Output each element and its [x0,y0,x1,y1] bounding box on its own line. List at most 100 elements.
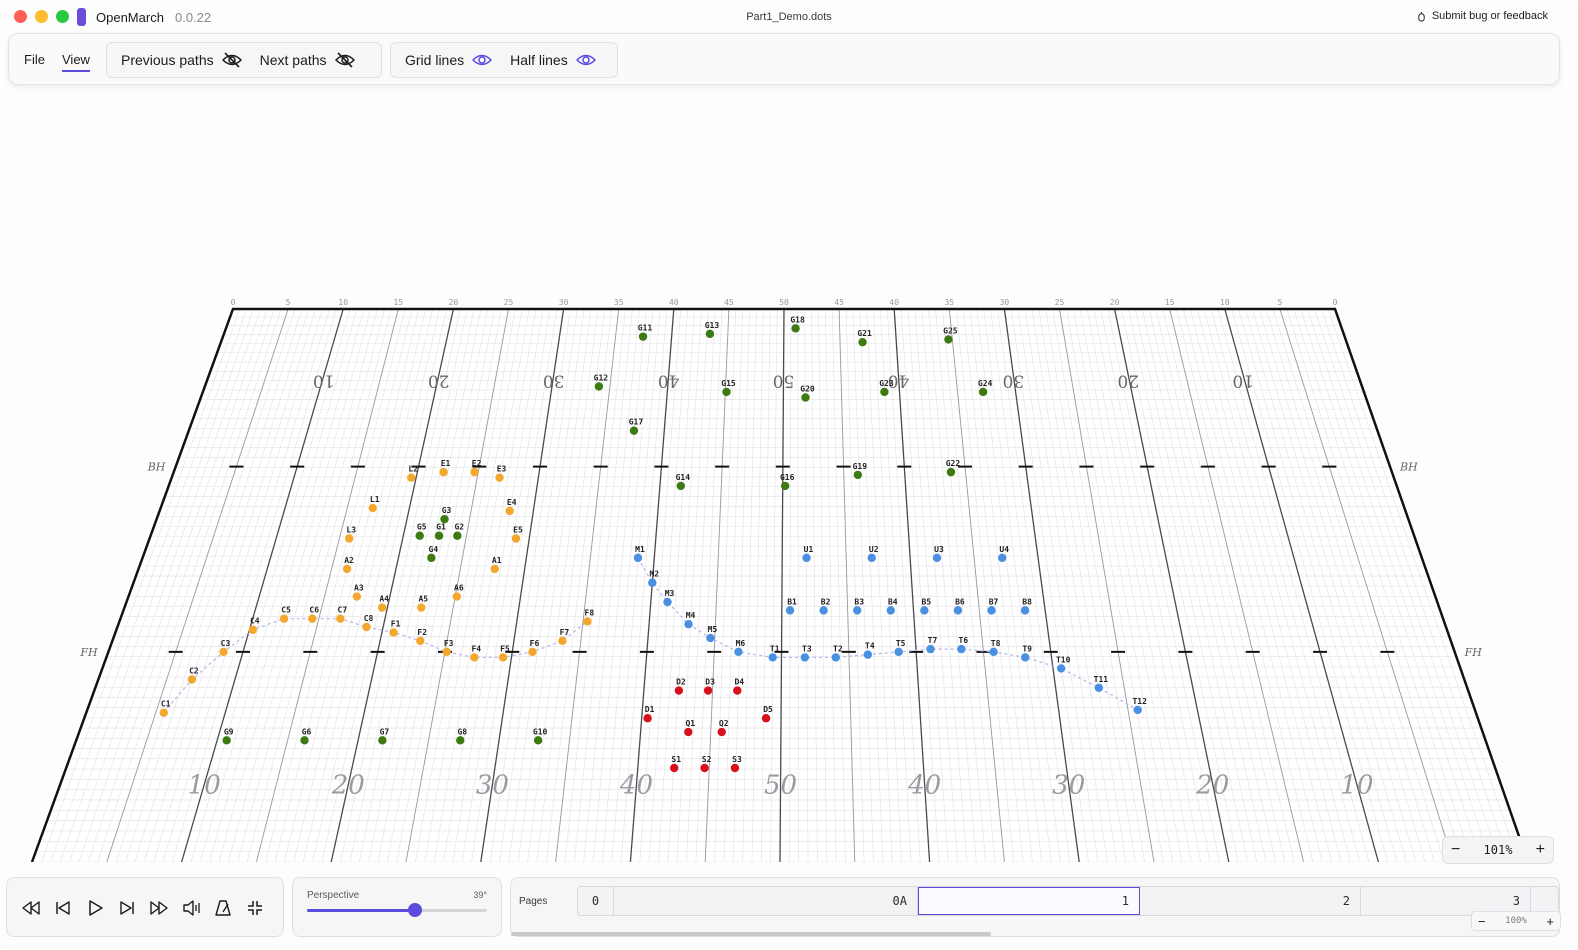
marcher-dot [867,553,876,563]
yard-number-front: 10 [1340,771,1373,801]
marcher-label: C2 [189,667,199,676]
marcher-label: A6 [454,584,464,593]
top-tick-label: 30 [1000,298,1010,307]
marcher-label: G25 [943,326,958,335]
marcher-dot [633,553,643,563]
zoom-out-button[interactable]: − [1451,841,1460,859]
top-tick-label: 10 [338,298,348,307]
marcher-dot [583,617,592,626]
play-button[interactable] [85,898,105,918]
page-item[interactable]: 2 [1140,887,1361,915]
top-tick-label: 5 [1277,298,1282,307]
metronome-icon [215,900,231,916]
marcher-label: G11 [638,324,653,333]
marcher-label: L3 [346,525,356,534]
marcher-dot [648,578,657,587]
marcher-dot [703,686,713,695]
rewind-button[interactable] [21,898,41,918]
zoom-level: 101% [1483,843,1513,857]
perspective-slider-handle[interactable] [408,903,422,917]
marcher-label: G8 [457,727,467,736]
eye-off-icon [221,52,242,68]
collapse-button[interactable] [245,898,265,918]
marcher-label: A3 [354,584,364,593]
marcher-label: G20 [800,384,815,393]
marcher-label: U4 [999,545,1009,554]
marcher-dot [427,553,436,563]
page-item[interactable]: 0 [578,887,614,915]
marcher-label: G19 [853,462,868,471]
grid-lines-toggle[interactable]: Grid lines [405,52,493,68]
page-item-active[interactable]: 1 [918,887,1140,915]
marcher-dot [998,553,1007,563]
marcher-label: A1 [492,556,502,565]
metronome-button[interactable] [213,898,233,918]
marcher-label: Q2 [719,719,729,728]
hash-label: FH [1464,646,1483,659]
marcher-dot [1020,653,1030,662]
marcher-dot [594,382,604,391]
next-paths-toggle[interactable]: Next paths [260,52,355,68]
marcher-dot [989,647,998,657]
marcher-dot [1094,683,1104,693]
top-tick-label: 40 [669,298,679,307]
marcher-label: U2 [869,545,879,554]
previous-page-button[interactable] [53,898,73,918]
marcher-dot [336,614,345,623]
marcher-label: F1 [391,620,401,629]
yard-number-back: 30 [543,370,565,390]
top-tick-label: 30 [559,298,569,307]
marcher-label: M2 [649,570,659,579]
marcher-label: F7 [560,628,570,637]
marcher-dot [920,606,929,615]
marcher-label: T3 [802,644,812,653]
marcher-dot [863,650,873,659]
perspective-slider[interactable] [307,903,487,917]
marcher-label: B3 [854,597,864,606]
marcher-dot [926,644,935,654]
top-tick-label: 45 [834,298,844,307]
marcher-dot [957,644,966,654]
feedback-button[interactable]: Submit bug or feedback [1416,10,1548,22]
field-canvas[interactable]: BH BHFH FH0 5 10 15 20 25 30 35 40 45 50 45 40 35 30 25 20… [0,86,1578,862]
page-item[interactable]: 0A [614,887,918,915]
marcher-label: T5 [896,639,906,648]
marcher-label: G18 [790,315,805,324]
timeline-scrollbar[interactable] [511,932,991,936]
marcher-dot [442,647,451,657]
zoom-in-button[interactable]: + [1536,841,1545,859]
marcher-label: G15 [721,379,736,388]
timeline-zoom-out-button[interactable]: − [1478,914,1486,929]
timeline-zoom-level: 100% [1505,916,1527,926]
marcher-dot [1056,664,1066,673]
next-page-button[interactable] [117,898,137,918]
previous-paths-toggle[interactable]: Previous paths [121,52,242,68]
marcher-label: D5 [763,705,773,714]
marcher-dot [456,736,465,745]
yard-number-front: 40 [907,771,941,801]
minimize-icon [248,901,262,915]
marcher-dot [279,614,289,623]
title-bar: OpenMarch 0.0.22 Part1_Demo.dots Submit … [0,0,1578,34]
menu-file[interactable]: File [24,52,45,67]
pages-label: Pages [519,896,548,907]
path-toggle-group: Previous paths Next paths [106,42,382,78]
marcher-dot [831,653,841,662]
marcher-label: B8 [1022,597,1032,606]
menu-view[interactable]: View [62,52,90,72]
fast-forward-button[interactable] [149,898,169,918]
marcher-label: Q1 [685,719,695,728]
marcher-label: G1 [436,523,446,532]
marcher-label: G13 [705,321,720,330]
pages-timeline: Pages 0 0A 1 2 3 − 100% + [510,877,1561,937]
half-lines-toggle[interactable]: Half lines [510,52,596,68]
timeline-zoom-in-button[interactable]: + [1546,914,1554,929]
marcher-dot [533,736,543,745]
marcher-dot [470,653,479,662]
marcher-dot [362,622,371,632]
marcher-dot [470,467,479,477]
mute-button[interactable] [181,898,201,918]
marcher-dot [780,481,790,491]
top-tick-label: 40 [889,298,899,307]
timeline-zoom: − 100% + [1471,911,1561,931]
